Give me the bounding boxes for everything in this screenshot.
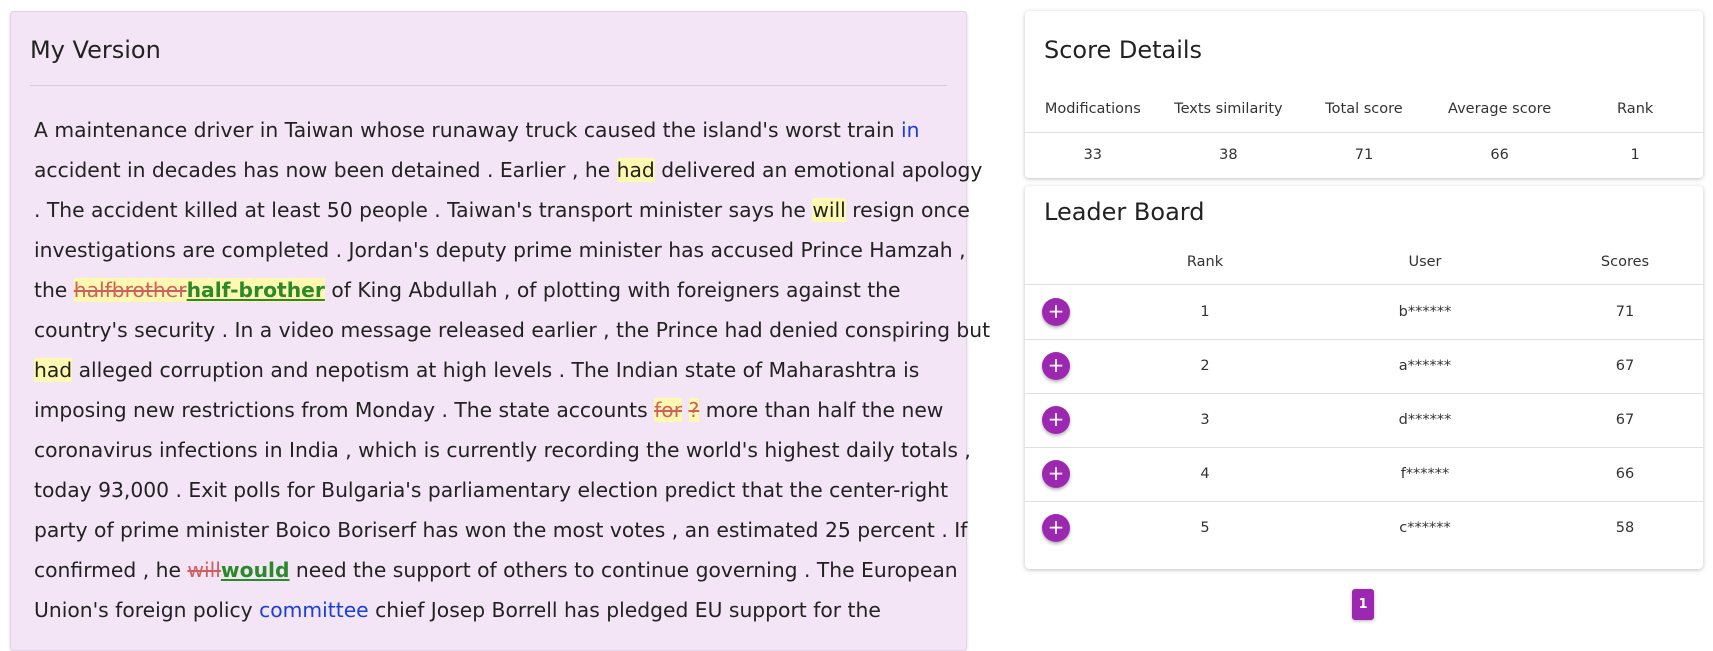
- highlighted-word: had: [616, 158, 655, 182]
- text-segment: coronavirus infections in India , which …: [34, 438, 971, 462]
- row-rank: 5: [1200, 520, 1210, 536]
- my-version-title: My Version: [30, 36, 161, 64]
- inserted-word: would: [220, 558, 290, 582]
- text-segment: imposing new restrictions from Monday . …: [34, 398, 655, 422]
- plus-icon[interactable]: +: [1042, 514, 1070, 542]
- text-line: A maintenance driver in Taiwan whose run…: [34, 110, 964, 150]
- row-user: d******: [1398, 412, 1452, 428]
- deleted-word: will: [187, 558, 221, 582]
- header-total-score: Total score: [1325, 101, 1403, 117]
- text-segment: of King Abdullah , of plotting with fore…: [324, 278, 901, 302]
- text-line: had alleged corruption and nepotism at h…: [34, 350, 964, 390]
- deleted-word: halfbrother: [73, 278, 187, 302]
- row-rank: 3: [1200, 412, 1210, 428]
- plus-icon[interactable]: +: [1042, 298, 1070, 326]
- header-rank: Rank: [1186, 254, 1224, 270]
- text-line: country's security . In a video message …: [34, 310, 990, 350]
- text-line: Union's foreign policy committee chief J…: [34, 590, 964, 630]
- header-user: User: [1408, 254, 1442, 270]
- row-rank: 2: [1200, 358, 1210, 374]
- flagged-word: committee: [259, 598, 369, 622]
- table-row: + 5 c****** 58: [1025, 501, 1703, 555]
- header-rank: Rank: [1617, 101, 1654, 117]
- row-score: 66: [1615, 466, 1635, 482]
- text-line: party of prime minister Boico Boriserf h…: [34, 510, 968, 550]
- value-average-score: 66: [1490, 147, 1509, 163]
- row-rank: 1: [1200, 304, 1210, 320]
- row-score: 58: [1615, 520, 1635, 536]
- header-modifications: Modifications: [1044, 101, 1141, 117]
- leader-board-card: Leader Board Rank User Scores + 1 b*****…: [1025, 186, 1703, 569]
- text-segment: alleged corruption and nepotism at high …: [72, 358, 920, 382]
- header-average-score: Average score: [1448, 101, 1552, 117]
- highlighted-word: will: [812, 198, 846, 222]
- text-segment: [682, 398, 688, 422]
- text-segment: more than half the new: [699, 398, 944, 422]
- text-segment: the: [34, 278, 74, 302]
- table-row: + 4 f****** 66: [1025, 447, 1703, 502]
- text-line: coronavirus infections in India , which …: [34, 430, 971, 470]
- my-version-panel: My Version A maintenance driver in Taiwa…: [10, 11, 990, 651]
- value-rank: 1: [1630, 147, 1640, 163]
- text-segment: party of prime minister Boico Boriserf h…: [34, 518, 968, 542]
- score-details-card: Score Details Modifications Texts simila…: [1025, 11, 1703, 178]
- text-segment: country's security . In a video message …: [34, 318, 991, 342]
- inserted-word: half-brother: [186, 278, 325, 302]
- text-segment: accident in decades has now been detaine…: [34, 158, 617, 182]
- table-row: + 3 d****** 67: [1025, 393, 1703, 448]
- value-total-score: 71: [1354, 147, 1374, 163]
- value-texts-similarity: 38: [1219, 147, 1238, 163]
- text-segment: A maintenance driver in Taiwan whose run…: [34, 118, 901, 142]
- plus-icon[interactable]: +: [1042, 460, 1070, 488]
- leader-board-title: Leader Board: [1044, 198, 1205, 226]
- row-rank: 4: [1200, 466, 1210, 482]
- score-details-header-row: Modifications Texts similarity Total sco…: [1025, 86, 1703, 133]
- plus-icon[interactable]: +: [1042, 406, 1070, 434]
- row-score: 67: [1615, 358, 1635, 374]
- flagged-word: in: [900, 118, 920, 142]
- pagination-page-button[interactable]: 1: [1352, 589, 1374, 620]
- text-segment: today 93,000 . Exit polls for Bulgaria's…: [34, 478, 949, 502]
- text-segment: chief Josep Borrell has pledged EU suppo…: [368, 598, 881, 622]
- text-segment: delivered an emotional apology: [654, 158, 983, 182]
- header-texts-similarity: Texts similarity: [1174, 101, 1283, 117]
- text-segment: Union's foreign policy: [34, 598, 260, 622]
- plus-icon[interactable]: +: [1042, 352, 1070, 380]
- text-line: the halfbrotherhalf-brother of King Abdu…: [34, 270, 964, 310]
- text-segment: investigations are completed . Jordan's …: [34, 238, 966, 262]
- deleted-word: ?: [688, 398, 700, 422]
- edited-text: A maintenance driver in Taiwan whose run…: [34, 110, 990, 630]
- value-modifications: 33: [1083, 147, 1103, 163]
- score-details-values-row: 33 38 71 66 1: [1025, 133, 1703, 178]
- text-line: today 93,000 . Exit polls for Bulgaria's…: [34, 470, 964, 510]
- row-score: 71: [1615, 304, 1635, 320]
- text-segment: confirmed , he: [34, 558, 188, 582]
- row-score: 67: [1615, 412, 1635, 428]
- table-row: + 1 b****** 71: [1025, 285, 1703, 340]
- text-segment: . The accident killed at least 50 people…: [34, 198, 813, 222]
- header-scores: Scores: [1600, 254, 1650, 270]
- text-line: confirmed , he willwould need the suppor…: [34, 550, 964, 590]
- text-line: investigations are completed . Jordan's …: [34, 230, 966, 270]
- row-user: a******: [1398, 358, 1452, 374]
- highlighted-word: had: [34, 358, 73, 382]
- text-line: accident in decades has now been detaine…: [34, 150, 982, 190]
- text-line: imposing new restrictions from Monday . …: [34, 390, 964, 430]
- row-user: f******: [1400, 466, 1450, 482]
- text-segment: need the support of others to continue g…: [289, 558, 958, 582]
- score-details-title: Score Details: [1044, 36, 1203, 64]
- text-segment: resign once: [845, 198, 970, 222]
- row-user: c******: [1399, 520, 1451, 536]
- divider: [30, 85, 947, 86]
- leader-board-header-row: Rank User Scores: [1025, 241, 1703, 285]
- deleted-word: for: [654, 398, 683, 422]
- table-row: + 2 a****** 67: [1025, 339, 1703, 394]
- text-line: . The accident killed at least 50 people…: [34, 190, 970, 230]
- row-user: b******: [1398, 304, 1452, 320]
